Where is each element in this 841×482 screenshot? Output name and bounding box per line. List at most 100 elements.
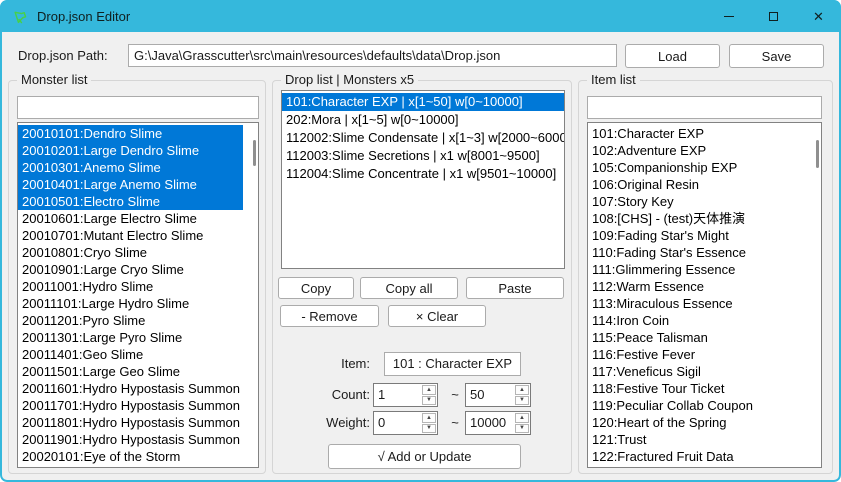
list-item[interactable]: 113:Miraculous Essence (588, 295, 806, 312)
item-list-scrollbar[interactable] (816, 140, 819, 168)
path-label: Drop.json Path: (18, 48, 108, 63)
monster-list-scrollbar[interactable] (253, 140, 256, 166)
maximize-icon (769, 12, 778, 21)
item-value-field[interactable]: 101 : Character EXP (384, 352, 521, 376)
list-item[interactable]: 20011601:Hydro Hypostasis Summon (18, 380, 243, 397)
list-item[interactable]: 112003:Slime Secretions | x1 w[8001~9500… (282, 147, 564, 165)
count-max-spin-buttons: ▲ ▼ (514, 384, 530, 406)
list-item[interactable]: 110:Fading Star's Essence (588, 244, 806, 261)
load-button[interactable]: Load (625, 44, 720, 68)
list-item[interactable]: 102:Adventure EXP (588, 142, 806, 159)
titlebar[interactable]: Drop.json Editor ✕ (0, 0, 841, 32)
list-item[interactable]: 202:Mora | x[1~5] w[0~10000] (282, 111, 564, 129)
count-max-stepper[interactable]: 50 ▲ ▼ (465, 383, 531, 407)
list-item[interactable]: 20010601:Large Electro Slime (18, 210, 243, 227)
list-item[interactable]: 106:Original Resin (588, 176, 806, 193)
spin-down-button[interactable]: ▼ (515, 424, 529, 434)
item-search-input[interactable] (587, 96, 822, 119)
clear-button[interactable]: × Clear (388, 305, 486, 327)
remove-button[interactable]: - Remove (280, 305, 379, 327)
weight-max-value[interactable]: 10000 (466, 412, 514, 434)
list-item[interactable]: 119:Peculiar Collab Coupon (588, 397, 806, 414)
spin-up-button[interactable]: ▲ (422, 385, 436, 395)
minimize-button[interactable] (706, 0, 751, 32)
list-item[interactable]: 20011301:Large Pyro Slime (18, 329, 243, 346)
list-item[interactable]: 20011201:Pyro Slime (18, 312, 243, 329)
list-item[interactable]: 109:Fading Star's Might (588, 227, 806, 244)
list-item[interactable]: 20011801:Hydro Hypostasis Summon (18, 414, 243, 431)
list-item[interactable]: 20010801:Cryo Slime (18, 244, 243, 261)
list-item[interactable]: 20010201:Large Dendro Slime (18, 142, 243, 159)
list-item[interactable]: 107:Story Key (588, 193, 806, 210)
list-item[interactable]: 20020101:Eye of the Storm (18, 448, 243, 465)
list-item[interactable]: 101:Character EXP | x[1~50] w[0~10000] (282, 93, 564, 111)
spin-down-button[interactable]: ▼ (422, 424, 436, 434)
paste-button[interactable]: Paste (466, 277, 564, 299)
list-item[interactable]: 20011701:Hydro Hypostasis Summon (18, 397, 243, 414)
list-item[interactable]: 117:Veneficus Sigil (588, 363, 806, 380)
list-item[interactable]: 120:Heart of the Spring (588, 414, 806, 431)
weight-min-spin-buttons: ▲ ▼ (421, 412, 437, 434)
drop-list-title: Drop list | Monsters x5 (281, 72, 418, 88)
close-button[interactable]: ✕ (796, 0, 841, 32)
monster-listbox[interactable]: 20010101:Dendro Slime20010201:Large Dend… (17, 122, 259, 468)
chevron-up-icon: ▲ (519, 415, 525, 421)
chevron-up-icon: ▲ (519, 387, 525, 393)
list-item[interactable]: 20010501:Electro Slime (18, 193, 243, 210)
spin-up-button[interactable]: ▲ (422, 413, 436, 423)
item-listbox[interactable]: 101:Character EXP102:Adventure EXP105:Co… (587, 122, 822, 468)
list-item[interactable]: 20010401:Large Anemo Slime (18, 176, 243, 193)
megaphone-icon (11, 8, 28, 25)
monster-search-input[interactable] (17, 96, 259, 119)
count-min-spin-buttons: ▲ ▼ (421, 384, 437, 406)
item-list-panel: Item list 101:Character EXP102:Adventure… (578, 80, 833, 474)
close-icon: ✕ (813, 10, 824, 23)
list-item[interactable]: 112004:Slime Concentrate | x1 w[9501~100… (282, 165, 564, 183)
list-item[interactable]: 108:[CHS] - (test)天体推演 (588, 210, 806, 227)
list-item[interactable]: 101:Character EXP (588, 125, 806, 142)
monster-list-panel: Monster list 20010101:Dendro Slime200102… (8, 80, 266, 474)
list-item[interactable]: 111:Glimmering Essence (588, 261, 806, 278)
list-item[interactable]: 105:Companionship EXP (588, 159, 806, 176)
count-max-value[interactable]: 50 (466, 384, 514, 406)
chevron-down-icon: ▼ (426, 397, 432, 403)
list-item[interactable]: 20011901:Hydro Hypostasis Summon (18, 431, 243, 448)
weight-min-stepper[interactable]: 0 ▲ ▼ (373, 411, 438, 435)
list-item[interactable]: 115:Peace Talisman (588, 329, 806, 346)
spin-up-button[interactable]: ▲ (515, 413, 529, 423)
list-item[interactable]: 20011501:Large Geo Slime (18, 363, 243, 380)
list-item[interactable]: 121:Trust (588, 431, 806, 448)
add-or-update-button[interactable]: √ Add or Update (328, 444, 521, 469)
list-item[interactable]: 20010101:Dendro Slime (18, 125, 243, 142)
list-item[interactable]: 122:Fractured Fruit Data (588, 448, 806, 465)
spin-down-button[interactable]: ▼ (515, 396, 529, 406)
weight-max-stepper[interactable]: 10000 ▲ ▼ (465, 411, 531, 435)
save-button[interactable]: Save (729, 44, 824, 68)
list-item[interactable]: 112002:Slime Condensate | x[1~3] w[2000~… (282, 129, 564, 147)
weight-min-value[interactable]: 0 (374, 412, 421, 434)
path-input[interactable] (128, 44, 617, 67)
list-item[interactable]: 114:Iron Coin (588, 312, 806, 329)
list-item[interactable]: 20011101:Large Hydro Slime (18, 295, 243, 312)
drop-listbox[interactable]: 101:Character EXP | x[1~50] w[0~10000]20… (281, 90, 565, 269)
list-item[interactable]: 20011001:Hydro Slime (18, 278, 243, 295)
count-min-stepper[interactable]: 1 ▲ ▼ (373, 383, 438, 407)
app-window: Drop.json Editor ✕ Drop.json Path: Load … (0, 0, 841, 482)
weight-label: Weight: (303, 415, 370, 430)
copy-all-button[interactable]: Copy all (360, 277, 458, 299)
list-item[interactable]: 112:Warm Essence (588, 278, 806, 295)
list-item[interactable]: 20010301:Anemo Slime (18, 159, 243, 176)
list-item[interactable]: 20010701:Mutant Electro Slime (18, 227, 243, 244)
spin-down-button[interactable]: ▼ (422, 396, 436, 406)
copy-button[interactable]: Copy (278, 277, 354, 299)
count-min-value[interactable]: 1 (374, 384, 421, 406)
list-item[interactable]: 116:Festive Fever (588, 346, 806, 363)
list-item[interactable]: 20010901:Large Cryo Slime (18, 261, 243, 278)
chevron-up-icon: ▲ (426, 387, 432, 393)
item-list-title: Item list (587, 72, 640, 88)
list-item[interactable]: 118:Festive Tour Ticket (588, 380, 806, 397)
spin-up-button[interactable]: ▲ (515, 385, 529, 395)
maximize-button[interactable] (751, 0, 796, 32)
list-item[interactable]: 20011401:Geo Slime (18, 346, 243, 363)
weight-max-spin-buttons: ▲ ▼ (514, 412, 530, 434)
